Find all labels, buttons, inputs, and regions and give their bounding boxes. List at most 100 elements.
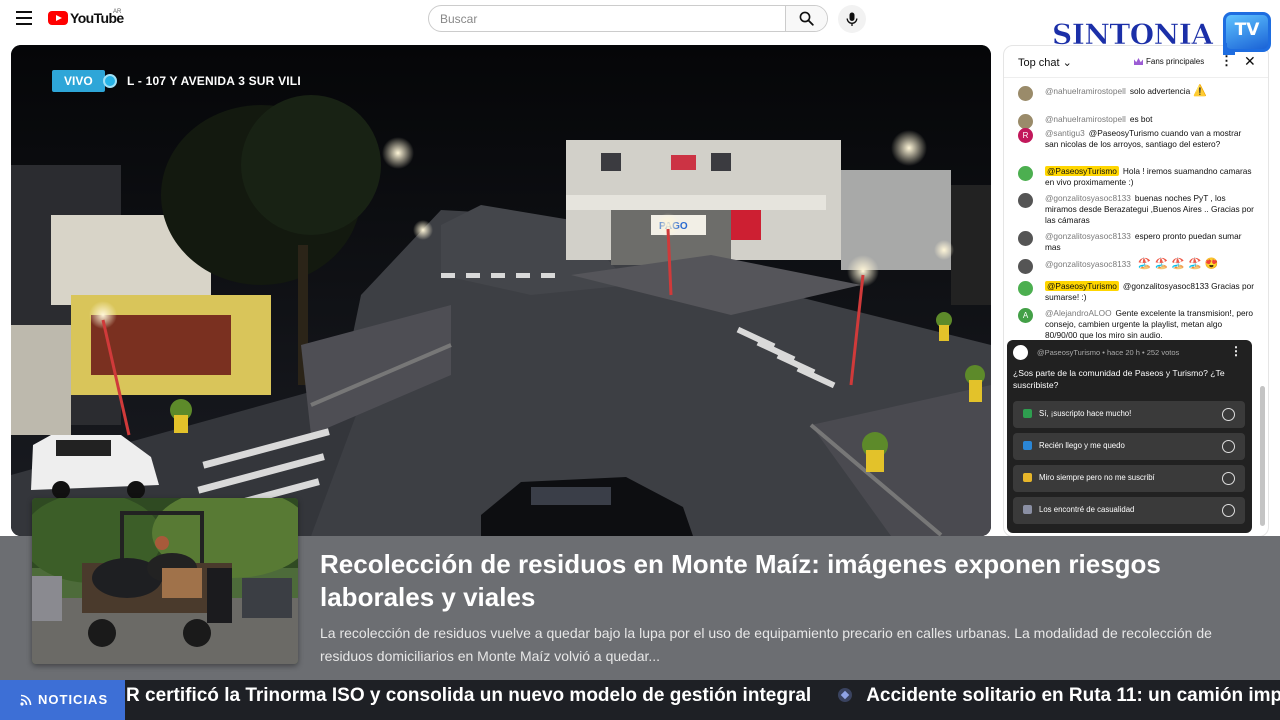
chat-message-body: @gonzalitosyasoc8133 buenas noches PyT , … [1045, 193, 1256, 226]
chat-author[interactable]: @nahuelramirostopell [1045, 114, 1126, 124]
mic-icon [846, 12, 858, 26]
chat-avatar[interactable] [1018, 193, 1033, 208]
chat-author[interactable]: @AlejandroALOO [1045, 308, 1112, 318]
chat-author[interactable]: @santigu3 [1045, 128, 1085, 138]
ticker-label-text: NOTICIAS [38, 692, 109, 707]
chat-emoji: ⚠️ [1193, 85, 1207, 97]
country-code: AR [113, 9, 122, 15]
chat-message-body: @gonzalitosyasoc8133 espero pronto puedan… [1045, 231, 1256, 253]
chat-author[interactable]: @PaseosyTurismo [1045, 281, 1119, 291]
chat-message-body: @nahuelramirostopell es bot [1045, 114, 1256, 125]
poll-option-emoji-icon [1023, 505, 1032, 514]
chat-scrollbar[interactable] [1260, 386, 1265, 526]
chat-mode-selector[interactable]: Top chat ⌄ [1018, 56, 1072, 69]
menu-icon[interactable] [16, 11, 32, 25]
chat-message-body: @santigu3 @PaseosyTurismo cuando van a mo… [1045, 128, 1256, 150]
search-button[interactable] [785, 6, 827, 31]
poll-option[interactable]: Sí, ¡suscripto hace mucho! [1013, 401, 1245, 428]
ticker-prefix: R [126, 685, 140, 706]
voice-search-button[interactable] [838, 5, 866, 33]
ticker-label: NOTICIAS [0, 680, 125, 720]
youtube-play-icon [48, 11, 68, 25]
app-root: YouTube AR Buscar VIVO L - 107 Y AVENIDA… [0, 0, 1280, 720]
chat-avatar[interactable] [1018, 86, 1033, 101]
search-icon [799, 11, 814, 26]
chat-mode-label: Top chat [1018, 57, 1060, 69]
chat-message-body: @AlejandroALOO Gente excelente la transmi… [1045, 308, 1256, 341]
chat-message-text: solo advertencia [1129, 86, 1191, 96]
poll-option-radio[interactable] [1222, 472, 1235, 485]
chevron-down-icon: ⌄ [1062, 57, 1072, 69]
chat-message-body: @PaseosyTurismo Hola ! iremos suamandno c… [1045, 166, 1256, 188]
poll-question: ¿Sos parte de la comunidad de Paseos y T… [1013, 368, 1225, 390]
poll-option-radio[interactable] [1222, 504, 1235, 517]
search-box [428, 5, 828, 32]
rss-icon [20, 694, 32, 706]
poll-option-label: Miro siempre pero no me suscribí [1039, 473, 1155, 482]
chat-message: @gonzalitosyasoc8133 espero pronto puedan… [1018, 231, 1256, 253]
chat-avatar[interactable]: R [1018, 128, 1033, 143]
chat-author[interactable]: @gonzalitosyasoc8133 [1045, 193, 1131, 203]
poll-option[interactable]: Los encontré de casualidad [1013, 497, 1245, 524]
ticker-track: certificó la Trinorma ISO y consolida un… [145, 680, 1280, 720]
news-ticker: NOTICIAS R certificó la Trinorma ISO y c… [0, 680, 1280, 720]
poll-option-label: Los encontré de casualidad [1039, 505, 1135, 514]
news-thumbnail[interactable] [32, 498, 298, 664]
ticker-item[interactable]: Accidente solitario en Ruta 11: un camió… [866, 685, 1280, 706]
chat-message: R @santigu3 @PaseosyTurismo cuando van a m… [1018, 128, 1256, 150]
poll-option-emoji-icon [1023, 441, 1032, 450]
poll-option[interactable]: Recién llego y me quedo [1013, 433, 1245, 460]
chat-avatar[interactable] [1018, 281, 1033, 296]
news-summary: La recolección de residuos vuelve a qued… [320, 625, 1212, 664]
brand-tv-icon: TV [1223, 12, 1271, 55]
chat-author[interactable]: @nahuelramirostopell [1045, 86, 1126, 96]
channel-avatar [1013, 345, 1028, 360]
chat-author[interactable]: @gonzalitosyasoc8133 [1045, 231, 1131, 241]
live-video-player[interactable]: PAGO [11, 45, 991, 536]
chat-message: @PaseosyTurismo Hola ! iremos suamandno c… [1018, 166, 1256, 188]
chat-author[interactable]: @PaseosyTurismo [1045, 166, 1119, 176]
more-options-icon[interactable]: ⋮ [1220, 54, 1233, 67]
chat-author[interactable]: @gonzalitosyasoc8133 [1045, 259, 1131, 269]
fans-button[interactable]: Fans principales [1134, 57, 1204, 66]
live-badge: VIVO [52, 70, 105, 92]
poll-option-radio[interactable] [1222, 440, 1235, 453]
chat-message: A @AlejandroALOO Gente excelente la transm… [1018, 308, 1256, 341]
garbage-truck-photo [32, 498, 298, 664]
chat-avatar[interactable]: A [1018, 308, 1033, 323]
chat-message-body: @gonzalitosyasoc8133 🏖️ 🏖️ 🏖️ 🏖️ 😍 [1045, 259, 1256, 270]
chat-message: @nahuelramirostopell solo advertencia ⚠️ [1018, 86, 1256, 101]
chat-message-body: @PaseosyTurismo @gonzalitosyasoc8133 Grac… [1045, 281, 1256, 303]
chat-message: @nahuelramirostopell es bot [1018, 114, 1256, 129]
chat-avatar[interactable] [1018, 231, 1033, 246]
poll-option-radio[interactable] [1222, 408, 1235, 421]
chat-avatar[interactable] [1018, 114, 1033, 129]
search-input[interactable] [429, 6, 787, 31]
poll-more-icon[interactable]: ⋮ [1230, 344, 1242, 358]
street-camera-scene: PAGO [11, 45, 991, 536]
chat-message: @gonzalitosyasoc8133 buenas noches PyT , … [1018, 193, 1256, 226]
poll-option-label: Sí, ¡suscripto hace mucho! [1039, 409, 1132, 418]
news-headline[interactable]: Recolección de residuos en Monte Maíz: i… [320, 548, 1250, 614]
chat-message: @gonzalitosyasoc8133 🏖️ 🏖️ 🏖️ 🏖️ 😍 [1018, 259, 1256, 274]
close-icon[interactable]: ✕ [1244, 53, 1256, 70]
news-banner: Recolección de residuos en Monte Maíz: i… [0, 498, 1280, 680]
poll-option-label: Recién llego y me quedo [1039, 441, 1125, 450]
brand-word: SINTONIA [1052, 18, 1214, 52]
chat-message: @PaseosyTurismo @gonzalitosyasoc8133 Grac… [1018, 281, 1256, 303]
poll-option-emoji-icon [1023, 473, 1032, 482]
ticker-item[interactable]: certificó la Trinorma ISO y consolida un… [145, 685, 811, 706]
chat-avatar[interactable] [1018, 166, 1033, 181]
chat-avatar[interactable] [1018, 259, 1033, 274]
camera-icon [103, 74, 117, 88]
ticker-separator-icon [838, 688, 853, 702]
poll-option[interactable]: Miro siempre pero no me suscribí [1013, 465, 1245, 492]
chat-message-body: @nahuelramirostopell solo advertencia ⚠️ [1045, 86, 1256, 97]
poll-card: @PaseosyTurismo • hace 20 h • 252 votos … [1007, 340, 1252, 533]
camera-title: L - 107 Y AVENIDA 3 SUR VILI [127, 74, 301, 88]
poll-meta: @PaseosyTurismo • hace 20 h • 252 votos [1037, 348, 1180, 357]
fans-label: Fans principales [1146, 57, 1205, 66]
poll-option-emoji-icon [1023, 409, 1032, 418]
chat-emoji: 🏖️ 🏖️ 🏖️ 🏖️ 😍 [1137, 258, 1219, 270]
crown-icon [1134, 58, 1143, 65]
